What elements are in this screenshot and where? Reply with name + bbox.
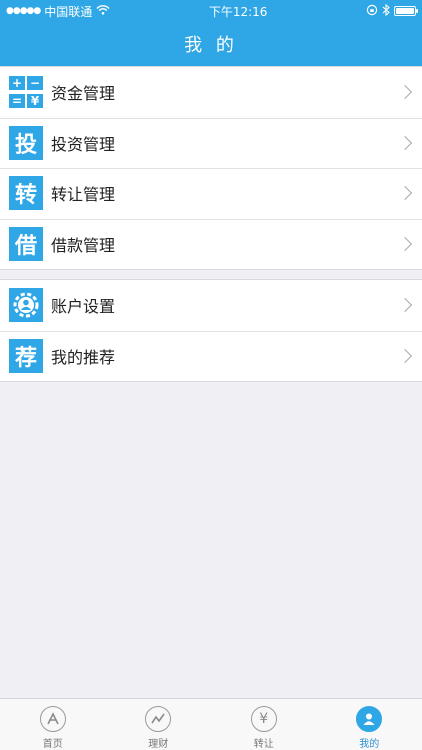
- menu-group-account: 账户设置 荐 我的推荐: [0, 279, 422, 383]
- calculator-icon: + − = ¥: [9, 75, 43, 110]
- top-bar: ●●●●● 中国联通 下午12:16 我 的: [0, 0, 422, 66]
- status-bar: ●●●●● 中国联通 下午12:16: [0, 0, 422, 22]
- tab-transfer[interactable]: ¥ 转让: [211, 699, 317, 750]
- nav-bar: 我 的: [0, 22, 422, 66]
- menu-item-my-referrals[interactable]: 荐 我的推荐: [0, 330, 422, 382]
- bluetooth-icon: [382, 3, 390, 19]
- menu-item-fund-management[interactable]: + − = ¥ 资金管理: [0, 67, 422, 118]
- chevron-right-icon: [397, 348, 413, 363]
- battery-icon: [394, 6, 418, 16]
- menu-item-label: 账户设置: [51, 297, 116, 317]
- tab-label: 理财: [148, 739, 169, 750]
- menu-item-loan-management[interactable]: 借 借款管理: [0, 218, 422, 270]
- menu-item-label: 投资管理: [51, 134, 116, 154]
- account-gear-icon: [9, 288, 43, 323]
- chevron-right-icon: [397, 298, 413, 313]
- menu-item-transfer-management[interactable]: 转 转让管理: [0, 168, 422, 219]
- page-title: 我 的: [184, 35, 238, 56]
- menu-group-management: + − = ¥ 资金管理 投 投资管理 转 转让管理 借 借款管理: [0, 66, 422, 271]
- menu-item-label: 转让管理: [51, 185, 116, 205]
- menu-item-label: 我的推荐: [51, 347, 116, 367]
- menu-item-label: 借款管理: [51, 236, 116, 256]
- menu-item-label: 资金管理: [51, 84, 116, 104]
- home-icon: [39, 706, 66, 732]
- tab-label: 我的: [359, 739, 380, 750]
- yen-icon: ¥: [250, 706, 277, 732]
- loan-icon: 借: [9, 227, 43, 262]
- signal-icon: ●●●●●: [6, 6, 41, 16]
- tab-finance[interactable]: 理财: [106, 699, 212, 750]
- transfer-icon: 转: [9, 176, 43, 211]
- tab-home[interactable]: 首页: [0, 699, 106, 750]
- invest-icon: 投: [9, 125, 43, 160]
- chevron-right-icon: [397, 135, 413, 150]
- wifi-icon: [96, 4, 110, 18]
- rotation-lock-icon: [366, 4, 378, 19]
- menu-item-investment-management[interactable]: 投 投资管理: [0, 117, 422, 169]
- tab-mine[interactable]: 我的: [317, 699, 422, 750]
- chevron-right-icon: [397, 186, 413, 201]
- time-label: 下午12:16: [208, 4, 268, 19]
- user-icon: [356, 706, 383, 732]
- tab-label: 首页: [42, 739, 63, 750]
- chevron-right-icon: [397, 85, 413, 100]
- chevron-right-icon: [397, 237, 413, 252]
- carrier-label: 中国联通: [44, 4, 93, 19]
- referral-icon: 荐: [9, 338, 43, 373]
- chart-icon: [145, 706, 172, 732]
- tab-bar: 首页 理财 ¥ 转让 我的: [0, 698, 422, 750]
- tab-label: 转让: [253, 739, 274, 750]
- menu-item-account-settings[interactable]: 账户设置: [0, 280, 422, 331]
